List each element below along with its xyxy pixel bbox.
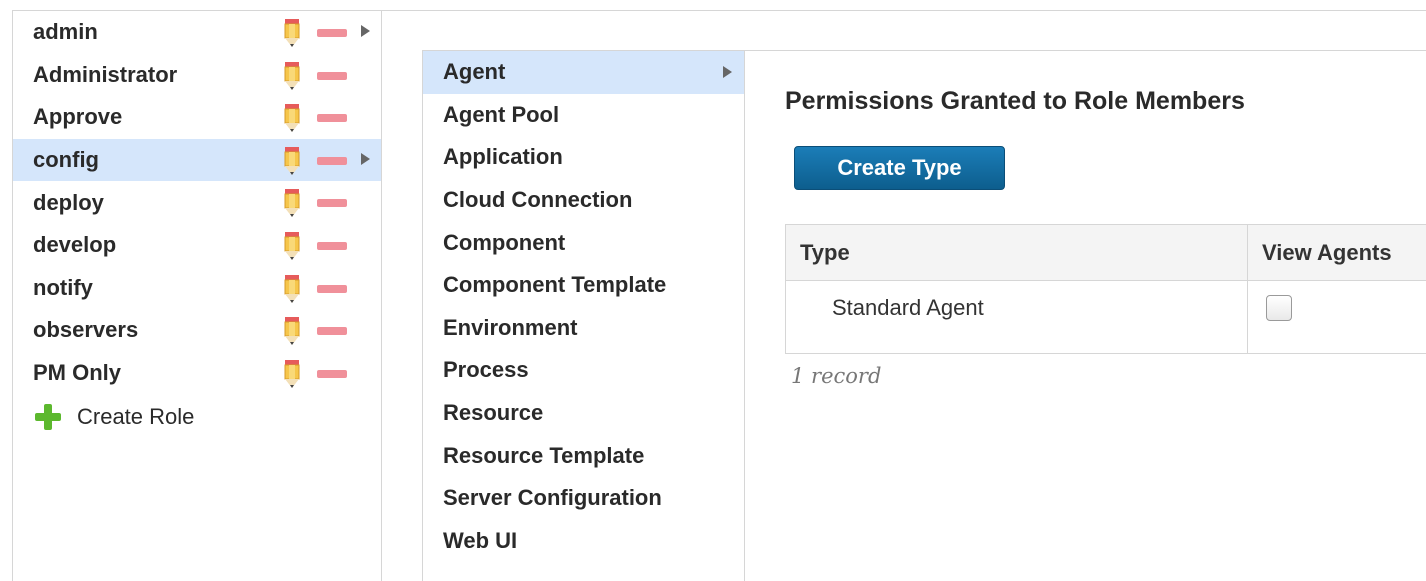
role-name: notify: [33, 274, 93, 300]
column-header-type[interactable]: Type: [785, 224, 1248, 281]
types-panel: Agent Agent Pool Application Cloud Conne…: [422, 50, 745, 581]
type-item-server-configuration[interactable]: Server Configuration: [423, 477, 744, 520]
pencil-icon[interactable]: [283, 274, 301, 303]
type-name: Agent: [443, 59, 506, 85]
pencil-icon[interactable]: [283, 359, 301, 388]
type-item-component[interactable]: Component: [423, 221, 744, 264]
record-count: 1 record: [791, 364, 882, 388]
type-name: Process: [443, 357, 529, 383]
minus-icon[interactable]: [317, 327, 347, 336]
type-item-cloud-connection[interactable]: Cloud Connection: [423, 179, 744, 222]
minus-icon[interactable]: [317, 241, 347, 250]
type-item-agent-pool[interactable]: Agent Pool: [423, 94, 744, 137]
pencil-icon[interactable]: [283, 104, 301, 133]
roles-panel: admin Administrator Approve config deplo…: [12, 10, 382, 581]
minus-icon[interactable]: [317, 199, 347, 208]
type-name: Component Template: [443, 272, 667, 298]
permissions-table: Type View Agents Standard Agent: [785, 224, 1426, 354]
role-name: admin: [33, 19, 98, 45]
role-name: Administrator: [33, 61, 178, 87]
type-item-component-template[interactable]: Component Template: [423, 264, 744, 307]
view-agents-cell: [1247, 280, 1426, 354]
create-role-button[interactable]: Create Role: [13, 394, 381, 440]
minus-icon[interactable]: [317, 71, 347, 80]
role-item-approve[interactable]: Approve: [13, 96, 381, 139]
role-item-pm-only[interactable]: PM Only: [13, 352, 381, 395]
minus-icon[interactable]: [317, 156, 347, 165]
role-name: Approve: [33, 104, 123, 130]
type-name: Application: [443, 144, 563, 170]
role-item-notify[interactable]: notify: [13, 267, 381, 310]
page-title: Permissions Granted to Role Members: [785, 87, 1245, 115]
table-row: Standard Agent: [785, 280, 1426, 354]
type-item-environment[interactable]: Environment: [423, 307, 744, 350]
create-role-label: Create Role: [77, 404, 195, 430]
role-item-deploy[interactable]: deploy: [13, 181, 381, 224]
type-name: Resource Template: [443, 442, 645, 468]
expand-arrow-icon: [723, 66, 732, 78]
pencil-icon[interactable]: [283, 189, 301, 218]
create-type-button[interactable]: Create Type: [794, 146, 1005, 190]
type-item-resource-template[interactable]: Resource Template: [423, 434, 744, 477]
minus-icon[interactable]: [317, 284, 347, 293]
type-item-process[interactable]: Process: [423, 349, 744, 392]
type-item-web-ui[interactable]: Web UI: [423, 520, 744, 563]
pencil-icon[interactable]: [283, 317, 301, 346]
role-item-administrator[interactable]: Administrator: [13, 54, 381, 97]
minus-icon[interactable]: [317, 29, 347, 37]
type-item-application[interactable]: Application: [423, 136, 744, 179]
role-item-config[interactable]: config: [13, 138, 381, 182]
type-cell: Standard Agent: [785, 280, 1248, 354]
minus-icon[interactable]: [317, 369, 347, 378]
view-agents-checkbox[interactable]: [1266, 295, 1292, 321]
role-name: config: [33, 147, 99, 173]
type-name: Environment: [443, 314, 578, 340]
table-header-row: Type View Agents: [785, 224, 1426, 281]
type-name: Web UI: [443, 527, 518, 553]
type-name: Component: [443, 229, 566, 255]
pencil-icon[interactable]: [283, 19, 301, 47]
role-item-develop[interactable]: develop: [13, 224, 381, 267]
plus-icon: [35, 404, 61, 431]
role-item-admin[interactable]: admin: [13, 11, 381, 54]
role-name: PM Only: [33, 360, 122, 386]
role-name: develop: [33, 232, 117, 258]
column-header-view-agents[interactable]: View Agents: [1247, 224, 1426, 281]
pencil-icon[interactable]: [283, 61, 301, 90]
type-name: Resource: [443, 400, 544, 426]
type-name: Server Configuration: [443, 485, 662, 511]
expand-arrow-icon[interactable]: [361, 152, 370, 165]
permissions-content: Permissions Granted to Role Members Crea…: [745, 50, 1426, 581]
role-list: admin Administrator Approve config deplo…: [13, 11, 381, 394]
role-item-observers[interactable]: observers: [13, 309, 381, 352]
pencil-icon[interactable]: [283, 231, 301, 260]
type-item-agent[interactable]: Agent: [423, 51, 744, 94]
expand-arrow-icon[interactable]: [361, 25, 370, 37]
pencil-icon[interactable]: [283, 146, 301, 175]
top-divider: [382, 10, 1426, 11]
role-name: observers: [33, 317, 139, 343]
type-name: Cloud Connection: [443, 187, 633, 213]
minus-icon[interactable]: [317, 114, 347, 123]
role-name: deploy: [33, 189, 104, 215]
type-name: Agent Pool: [443, 101, 560, 127]
type-item-resource[interactable]: Resource: [423, 392, 744, 435]
